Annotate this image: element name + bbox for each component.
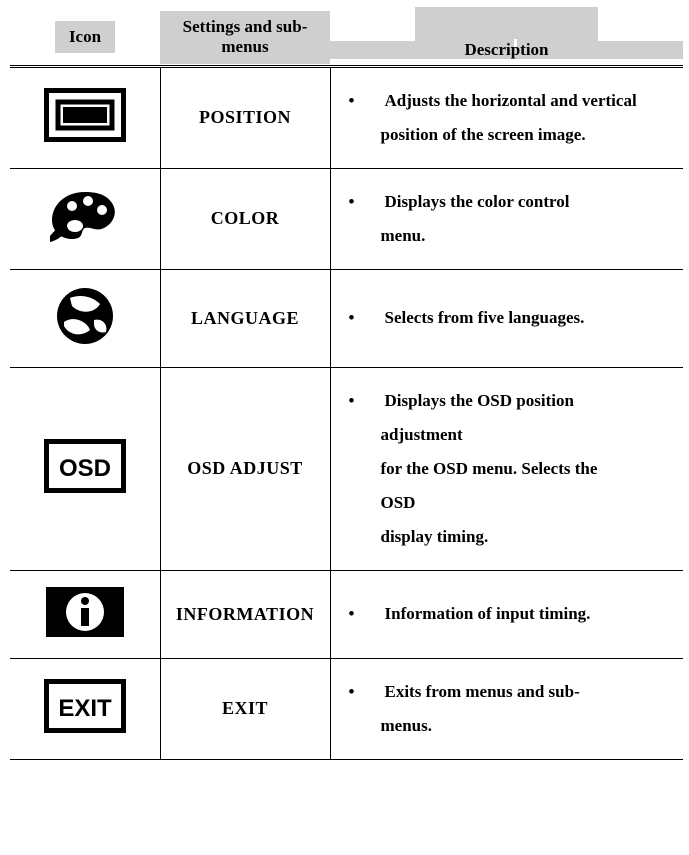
cell-icon bbox=[10, 269, 160, 367]
desc-line: position of the screen image. bbox=[341, 118, 676, 152]
cell-desc: Exits from menus and sub- menus. bbox=[330, 658, 683, 759]
row-name: OSD ADJUST bbox=[187, 458, 303, 478]
row-name: EXIT bbox=[222, 698, 268, 718]
desc-line: Exits from menus and sub- bbox=[341, 675, 676, 709]
cell-icon bbox=[10, 66, 160, 168]
table-row: COLOR Displays the color control menu. bbox=[10, 168, 683, 269]
cell-name: COLOR bbox=[160, 168, 330, 269]
cell-desc: Information of input timing. bbox=[330, 570, 683, 658]
desc-line: Information of input timing. bbox=[341, 597, 676, 631]
header-icon-label: Icon bbox=[55, 21, 115, 53]
cell-name: INFORMATION bbox=[160, 570, 330, 658]
desc-line: Displays the color control bbox=[341, 185, 676, 219]
cell-desc: Adjusts the horizontal and vertical posi… bbox=[330, 66, 683, 168]
cell-icon bbox=[10, 570, 160, 658]
information-icon bbox=[44, 585, 126, 639]
svg-text:EXIT: EXIT bbox=[58, 695, 112, 722]
cell-name: OSD ADJUST bbox=[160, 367, 330, 570]
exit-icon: EXIT bbox=[44, 679, 126, 733]
row-name: POSITION bbox=[199, 107, 291, 127]
table-header-row: Icon Settings and sub-menus Description bbox=[10, 10, 683, 66]
header-name-label: Settings and sub-menus bbox=[160, 11, 330, 64]
desc-line: adjustment bbox=[341, 418, 676, 452]
cell-icon bbox=[10, 168, 160, 269]
table-row: OSD OSD ADJUST Displays the OSD position… bbox=[10, 367, 683, 570]
table-row: EXIT EXIT Exits from menus and sub- menu… bbox=[10, 658, 683, 759]
desc-line: menu. bbox=[341, 219, 676, 253]
cell-desc: Displays the OSD position adjustment for… bbox=[330, 367, 683, 570]
header-desc: Description bbox=[330, 10, 683, 66]
cell-desc: Selects from five languages. bbox=[330, 269, 683, 367]
language-icon bbox=[50, 284, 120, 348]
table-row: POSITION Adjusts the horizontal and vert… bbox=[10, 66, 683, 168]
osd-adjust-icon: OSD bbox=[44, 439, 126, 493]
cell-name: EXIT bbox=[160, 658, 330, 759]
header-desc-label: Description bbox=[330, 40, 683, 60]
cell-icon: EXIT bbox=[10, 658, 160, 759]
table-row: INFORMATION Information of input timing. bbox=[10, 570, 683, 658]
header-icon: Icon bbox=[10, 10, 160, 66]
desc-line: Selects from five languages. bbox=[341, 301, 676, 335]
cell-name: POSITION bbox=[160, 66, 330, 168]
desc-line: OSD bbox=[341, 486, 676, 520]
cell-name: LANGUAGE bbox=[160, 269, 330, 367]
row-name: INFORMATION bbox=[176, 604, 314, 624]
desc-line: for the OSD menu. Selects the bbox=[341, 452, 676, 486]
desc-line: Adjusts the horizontal and vertical bbox=[341, 84, 676, 118]
desc-line: Displays the OSD position bbox=[341, 384, 676, 418]
row-name: LANGUAGE bbox=[191, 308, 299, 328]
color-icon bbox=[44, 186, 126, 246]
osd-settings-table: Icon Settings and sub-menus Description bbox=[10, 10, 683, 760]
header-name: Settings and sub-menus bbox=[160, 10, 330, 66]
table-row: LANGUAGE Selects from five languages. bbox=[10, 269, 683, 367]
cell-desc: Displays the color control menu. bbox=[330, 168, 683, 269]
position-icon bbox=[44, 88, 126, 142]
desc-line: menus. bbox=[341, 709, 676, 743]
cell-icon: OSD bbox=[10, 367, 160, 570]
desc-line: display timing. bbox=[341, 520, 676, 554]
svg-text:OSD: OSD bbox=[59, 455, 111, 482]
row-name: COLOR bbox=[211, 208, 280, 228]
